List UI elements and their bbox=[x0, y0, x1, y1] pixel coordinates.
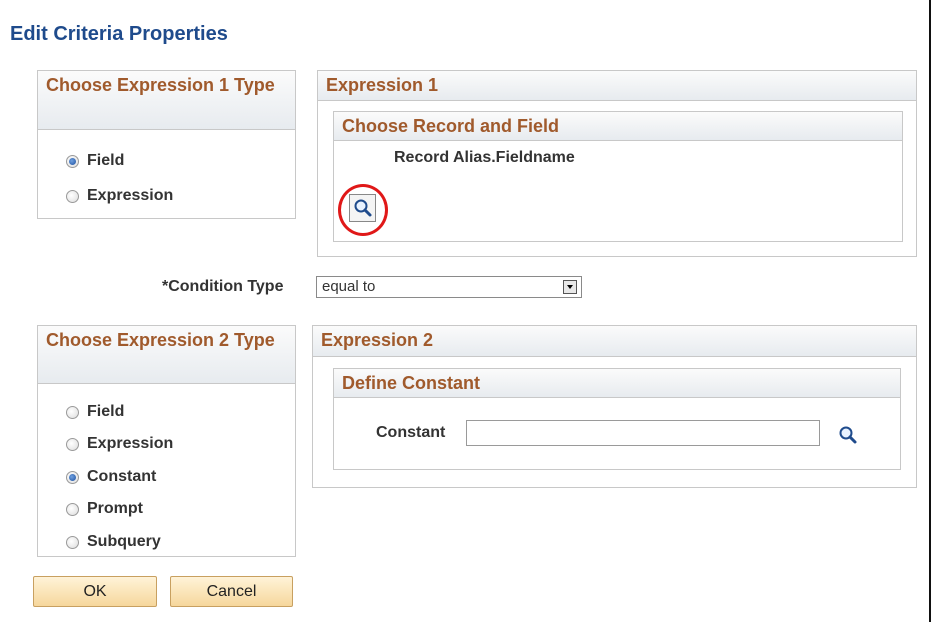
highlight-circle bbox=[338, 184, 388, 236]
radio-icon[interactable] bbox=[66, 502, 79, 516]
expr1-option-field-label: Field bbox=[87, 152, 125, 169]
expr2-type-header: Choose Expression 2 Type bbox=[38, 326, 295, 384]
condition-type-select[interactable]: equal to bbox=[316, 276, 582, 298]
expr1-option-field[interactable]: Field bbox=[66, 149, 124, 173]
expr2-option-expression[interactable]: Expression bbox=[66, 432, 173, 456]
dialog-frame: Edit Criteria Properties Choose Expressi… bbox=[0, 0, 931, 622]
expr1-option-expression[interactable]: Expression bbox=[66, 184, 173, 208]
record-alias-fieldname-label: Record Alias.Fieldname bbox=[394, 149, 575, 166]
expr2-type-panel: Choose Expression 2 Type Field Expressio… bbox=[37, 325, 296, 557]
expr2-option-subquery[interactable]: Subquery bbox=[66, 530, 161, 554]
constant-input[interactable] bbox=[466, 420, 820, 446]
expr2-option-constant-label: Constant bbox=[87, 468, 157, 485]
ok-button[interactable]: OK bbox=[33, 576, 157, 607]
expr2-option-prompt-label: Prompt bbox=[87, 500, 143, 517]
expr1-type-panel: Choose Expression 1 Type Field Expressio… bbox=[37, 70, 296, 219]
choose-record-field-header: Choose Record and Field bbox=[334, 112, 902, 141]
expression2-panel: Expression 2 Define Constant bbox=[312, 325, 917, 488]
radio-icon[interactable] bbox=[66, 405, 79, 419]
magnifier-icon[interactable] bbox=[836, 423, 860, 447]
define-constant-header: Define Constant bbox=[334, 369, 900, 398]
cancel-button[interactable]: Cancel bbox=[170, 576, 293, 607]
define-constant-panel: Define Constant bbox=[333, 368, 901, 470]
condition-type-label: *Condition Type bbox=[162, 278, 284, 295]
radio-icon[interactable] bbox=[66, 470, 79, 484]
dropdown-arrow-icon[interactable] bbox=[563, 280, 577, 294]
page-title: Edit Criteria Properties bbox=[10, 23, 228, 45]
expr1-option-expression-label: Expression bbox=[87, 187, 174, 204]
expr2-option-constant[interactable]: Constant bbox=[66, 465, 156, 489]
condition-type-value: equal to bbox=[322, 278, 376, 295]
radio-icon[interactable] bbox=[66, 437, 79, 451]
constant-label: Constant bbox=[376, 424, 446, 441]
choose-record-field-panel: Choose Record and Field bbox=[333, 111, 903, 242]
expr2-option-expression-label: Expression bbox=[87, 435, 174, 452]
expression2-header: Expression 2 bbox=[313, 326, 916, 357]
expr2-option-field[interactable]: Field bbox=[66, 400, 124, 424]
radio-icon[interactable] bbox=[66, 189, 79, 203]
expr2-option-prompt[interactable]: Prompt bbox=[66, 497, 143, 521]
expr2-option-field-label: Field bbox=[87, 403, 125, 420]
radio-icon[interactable] bbox=[66, 154, 79, 168]
expr2-option-subquery-label: Subquery bbox=[87, 533, 161, 550]
expression1-header: Expression 1 bbox=[318, 71, 916, 101]
expr1-type-header: Choose Expression 1 Type bbox=[38, 71, 295, 130]
radio-icon[interactable] bbox=[66, 535, 79, 549]
